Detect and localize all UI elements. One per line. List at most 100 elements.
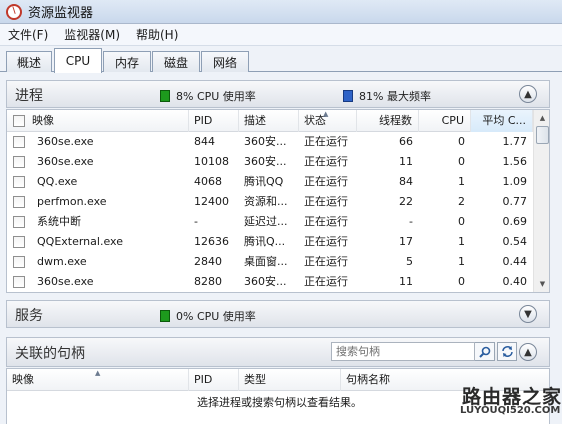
process-row[interactable]: 系统中断 - 延迟过... 正在运行 - 0 0.69	[7, 212, 533, 232]
refresh-icon[interactable]	[497, 342, 517, 361]
cell-average-cpu: 1.09	[502, 175, 528, 188]
max-frequency-indicator-icon	[343, 90, 353, 102]
chevron-down-icon: ▼	[524, 308, 532, 320]
cell-average-cpu: 0.69	[502, 215, 528, 228]
cell-image: dwm.exe	[37, 255, 87, 268]
process-checkbox[interactable]	[13, 236, 25, 248]
cell-image: 360se.exe	[37, 135, 94, 148]
process-checkbox[interactable]	[13, 256, 25, 268]
handles-empty-message: 选择进程或搜索句柄以查看结果。	[197, 396, 362, 409]
handles-title: 关联的句柄	[15, 346, 85, 362]
process-checkbox[interactable]	[13, 196, 25, 208]
cell-description: 桌面窗...	[244, 255, 288, 268]
cell-pid: 2840	[194, 255, 222, 268]
tab-overview[interactable]: 概述	[6, 51, 52, 72]
menu-help[interactable]: 帮助(H)	[128, 26, 186, 43]
handles-col-type[interactable]: 类型	[239, 369, 341, 391]
tab-disk[interactable]: 磁盘	[152, 51, 200, 72]
search-icon[interactable]	[475, 342, 495, 361]
process-row[interactable]: perfmon.exe 12400 资源和... 正在运行 22 2 0.77	[7, 192, 533, 212]
sort-indicator-icon: ▲	[323, 110, 329, 118]
menu-file[interactable]: 文件(F)	[0, 26, 56, 43]
cell-threads: 17	[399, 235, 413, 248]
process-row[interactable]: 360se.exe 8280 360安... 正在运行 11 0 0.40	[7, 272, 533, 292]
cell-average-cpu: 0.40	[502, 275, 528, 288]
cell-pid: 12636	[194, 235, 229, 248]
col-description[interactable]: 描述	[239, 110, 299, 132]
cell-pid: -	[194, 215, 198, 228]
search-handles-input[interactable]	[331, 342, 475, 361]
cell-image: 360se.exe	[37, 155, 94, 168]
cell-status: 正在运行	[304, 195, 348, 208]
process-row[interactable]: QQExternal.exe 12636 腾讯Q... 正在运行 17 1 0.54	[7, 232, 533, 252]
cell-average-cpu: 1.56	[502, 155, 528, 168]
scroll-thumb[interactable]	[536, 126, 549, 144]
cell-threads: 84	[399, 175, 413, 188]
cell-cpu: 0	[458, 155, 465, 168]
watermark-url: LUYOUQI520.COM	[460, 405, 561, 416]
process-checkbox[interactable]	[13, 156, 25, 168]
process-row[interactable]: 360se.exe 10108 360安... 正在运行 11 0 1.56	[7, 152, 533, 172]
cell-cpu: 1	[458, 235, 465, 248]
services-cpu-indicator-icon	[160, 310, 170, 322]
expand-services-button[interactable]: ▼	[519, 305, 537, 323]
cell-average-cpu: 0.54	[502, 235, 528, 248]
col-average-cpu[interactable]: 平均 C...	[471, 110, 533, 132]
collapse-handles-button[interactable]: ▲	[519, 343, 537, 361]
cell-pid: 8280	[194, 275, 222, 288]
handles-sort-indicator-icon: ▲	[95, 369, 101, 377]
handles-col-pid[interactable]: PID	[189, 369, 239, 391]
cell-cpu: 0	[458, 135, 465, 148]
process-checkbox[interactable]	[13, 176, 25, 188]
process-checkbox[interactable]	[13, 276, 25, 288]
max-frequency: 81% 最大频率	[343, 88, 431, 104]
collapse-processes-button[interactable]: ▲	[519, 85, 537, 103]
process-checkbox[interactable]	[13, 136, 25, 148]
services-section-header[interactable]: 服务 0% CPU 使用率 ▼	[6, 300, 550, 328]
tab-cpu[interactable]: CPU	[54, 48, 102, 73]
cell-pid: 844	[194, 135, 215, 148]
title-bar: \ 资源监视器	[0, 0, 562, 24]
processes-section-header[interactable]: 进程 8% CPU 使用率 81% 最大频率 ▲	[6, 80, 550, 108]
processes-scrollbar[interactable]: ▲ ▼	[533, 110, 549, 292]
col-image[interactable]: 映像	[27, 110, 189, 132]
process-checkbox[interactable]	[13, 216, 25, 228]
cell-threads: 22	[399, 195, 413, 208]
cell-image: QQ.exe	[37, 175, 78, 188]
cell-description: 360安...	[244, 155, 287, 168]
processes-table: 映像 PID 描述 状态 ▲ 线程数 CPU 平均 C... 360se.exe…	[6, 109, 550, 293]
cell-pid: 10108	[194, 155, 229, 168]
chevron-up-icon: ▲	[524, 88, 532, 100]
cell-status: 正在运行	[304, 175, 348, 188]
select-all-checkbox[interactable]	[13, 115, 25, 127]
tab-memory[interactable]: 内存	[103, 51, 151, 72]
col-cpu[interactable]: CPU	[419, 110, 471, 132]
cell-threads: 5	[406, 255, 413, 268]
scroll-up-arrow-icon[interactable]: ▲	[535, 110, 549, 126]
max-frequency-label: 81% 最大频率	[359, 90, 431, 103]
cell-pid: 12400	[194, 195, 229, 208]
cell-description: 360安...	[244, 135, 287, 148]
handles-section-header[interactable]: 关联的句柄 ▲	[6, 337, 550, 367]
menu-monitor[interactable]: 监视器(M)	[56, 26, 128, 43]
process-row[interactable]: QQ.exe 4068 腾讯QQ 正在运行 84 1 1.09	[7, 172, 533, 192]
cell-image: perfmon.exe	[37, 195, 107, 208]
col-threads[interactable]: 线程数	[357, 110, 419, 132]
processes-table-header: 映像 PID 描述 状态 ▲ 线程数 CPU 平均 C...	[7, 110, 533, 132]
process-row[interactable]: 360se.exe 844 360安... 正在运行 66 0 1.77	[7, 132, 533, 152]
cell-threads: 66	[399, 135, 413, 148]
tab-network[interactable]: 网络	[201, 51, 249, 72]
cell-cpu: 2	[458, 195, 465, 208]
services-cpu-usage-label: 0% CPU 使用率	[176, 310, 256, 323]
cell-cpu: 0	[458, 215, 465, 228]
cell-description: 腾讯Q...	[244, 235, 286, 248]
cell-threads: 11	[399, 155, 413, 168]
process-row[interactable]: dwm.exe 2840 桌面窗... 正在运行 5 1 0.44	[7, 252, 533, 272]
menu-bar: 文件(F) 监视器(M) 帮助(H)	[0, 24, 562, 46]
scroll-down-arrow-icon[interactable]: ▼	[535, 276, 549, 292]
cell-status: 正在运行	[304, 235, 348, 248]
col-pid[interactable]: PID	[189, 110, 239, 132]
cell-cpu: 1	[458, 175, 465, 188]
services-title: 服务	[15, 308, 43, 324]
cell-description: 资源和...	[244, 195, 288, 208]
